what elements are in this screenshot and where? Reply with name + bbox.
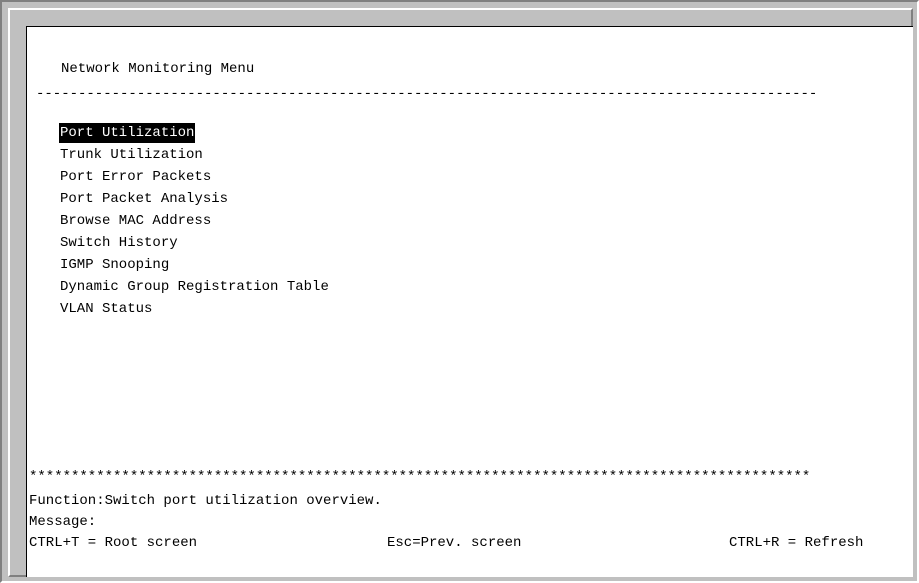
refresh-hint[interactable]: CTRL+R = Refresh xyxy=(729,533,863,553)
menu-row: Port Error Packets xyxy=(59,167,330,189)
terminal-screen: Network Monitoring Menu ----------------… xyxy=(26,26,913,577)
menu-row: VLAN Status xyxy=(59,299,330,321)
menu-item-switch-history[interactable]: Switch History xyxy=(59,233,179,253)
message-line: Message: xyxy=(29,514,97,530)
console-window-frame: Network Monitoring Menu ----------------… xyxy=(0,0,919,583)
menu-item-dynamic-group-registration-table[interactable]: Dynamic Group Registration Table xyxy=(59,277,330,297)
menu-row: Dynamic Group Registration Table xyxy=(59,277,330,299)
menu-list: Port Utilization Trunk Utilization Port … xyxy=(59,123,330,321)
menu-item-browse-mac-address[interactable]: Browse MAC Address xyxy=(59,211,212,231)
menu-row: Switch History xyxy=(59,233,330,255)
menu-row: Trunk Utilization xyxy=(59,145,330,167)
menu-row: Port Utilization xyxy=(59,123,330,145)
previous-screen-hint[interactable]: Esc=Prev. screen xyxy=(387,533,521,553)
function-description: Function:Switch port utilization overvie… xyxy=(29,493,382,509)
menu-item-igmp-snooping[interactable]: IGMP Snooping xyxy=(59,255,170,275)
menu-row: Port Packet Analysis xyxy=(59,189,330,211)
menu-item-trunk-utilization[interactable]: Trunk Utilization xyxy=(59,145,204,165)
menu-row: Browse MAC Address xyxy=(59,211,330,233)
menu-item-vlan-status[interactable]: VLAN Status xyxy=(59,299,153,319)
root-screen-hint[interactable]: CTRL+T = Root screen xyxy=(29,533,197,553)
menu-item-port-utilization[interactable]: Port Utilization xyxy=(59,123,196,143)
title-separator: ----------------------------------------… xyxy=(36,86,818,102)
menu-item-port-error-packets[interactable]: Port Error Packets xyxy=(59,167,212,187)
footer-separator: ****************************************… xyxy=(29,469,811,485)
menu-row: IGMP Snooping xyxy=(59,255,330,277)
menu-item-port-packet-analysis[interactable]: Port Packet Analysis xyxy=(59,189,229,209)
menu-title: Network Monitoring Menu xyxy=(61,61,255,77)
